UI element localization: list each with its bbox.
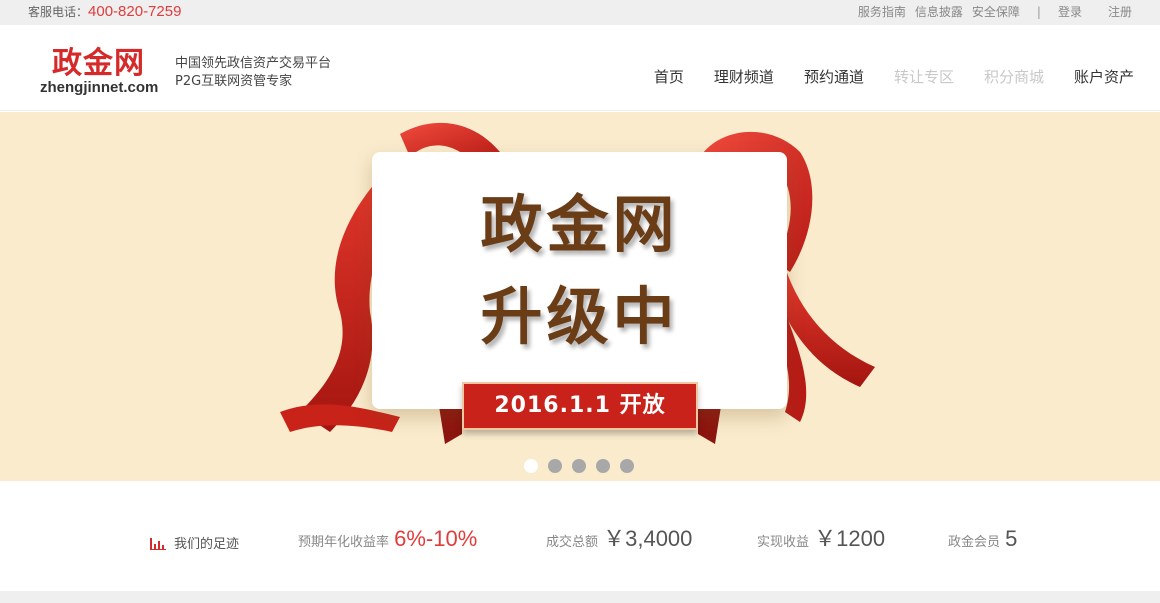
stats-bar: 我们的足迹 预期年化收益率 6%-10% 成交总额 ￥3,4000 实现收益 ￥… [0,481,1160,591]
carousel-dot-2[interactable] [548,459,562,473]
link-service-guide[interactable]: 服务指南 [858,4,906,20]
slogan-line1: 中国领先政信资产交易平台 [175,56,332,71]
stat-members: 政金会员 5 [948,525,1017,557]
site-logo[interactable]: 政金网 zhengjinnet.com [40,47,165,97]
nav-transfer[interactable]: 转让专区 [894,67,954,87]
hotline-label: 客服电话： [28,5,89,19]
hotline-number[interactable]: 400-820-7259 [88,3,181,20]
main-nav: 首页 理财频道 预约通道 转让专区 积分商城 账户资产 [654,67,1134,87]
yield-value: 6%-10% [394,526,478,551]
top-links: 服务指南 信息披露 安全保障 | 登录 注册 [858,4,1132,20]
banner-title-line1: 政金网 [480,188,679,261]
stat-yield: 预期年化收益率 6%-10% [298,525,477,557]
carousel-dot-5[interactable] [620,459,634,473]
upgrade-card: 政金网 升级中 [372,152,787,409]
footprint: 我们的足迹 [150,533,239,552]
carousel-dots [524,459,634,473]
open-date-text: 2016.1.1 开放 [494,393,666,418]
link-disclosure[interactable]: 信息披露 [915,4,963,20]
carousel-dot-1[interactable] [524,459,538,473]
slogan-line2: P2G互联网资管专家 [175,74,293,89]
banner-title-line2: 升级中 [480,280,679,353]
volume-value: ￥3,4000 [603,526,693,551]
hero-banner[interactable]: 政金网 升级中 2016.1.1 开放 [0,112,1160,481]
members-value: 5 [1005,526,1018,551]
top-bar: 客服电话：400-820-7259 服务指南 信息披露 安全保障 | 登录 注册 [0,0,1160,25]
stat-volume: 成交总额 ￥3,4000 [546,525,692,557]
register-link[interactable]: 注册 [1108,4,1132,20]
members-label: 政金会员 [948,535,1001,550]
income-label: 实现收益 [757,535,810,550]
stat-income: 实现收益 ￥1200 [757,525,885,557]
yield-label: 预期年化收益率 [298,535,390,550]
hotline: 客服电话：400-820-7259 [28,3,181,21]
carousel-dot-4[interactable] [596,459,610,473]
income-value: ￥1200 [814,526,886,551]
link-security[interactable]: 安全保障 [972,4,1020,20]
slogan: 中国领先政信资产交易平台 P2G互联网资管专家 [175,55,331,91]
logo-text-en: zhengjinnet.com [40,79,159,96]
nav-home[interactable]: 首页 [654,67,684,87]
login-link[interactable]: 登录 [1058,4,1082,20]
open-date-ribbon: 2016.1.1 开放 [462,382,698,430]
nav-points-mall[interactable]: 积分商城 [984,67,1044,87]
volume-label: 成交总额 [546,535,599,550]
footprint-label: 我们的足迹 [174,537,240,552]
bar-chart-icon [150,537,166,550]
nav-reservation[interactable]: 预约通道 [804,67,864,87]
top-links-separator: | [1036,5,1041,19]
nav-finance[interactable]: 理财频道 [714,67,774,87]
nav-account[interactable]: 账户资产 [1074,67,1134,87]
carousel-dot-3[interactable] [572,459,586,473]
site-header: 政金网 zhengjinnet.com 中国领先政信资产交易平台 P2G互联网资… [0,25,1160,111]
logo-text-cn: 政金网 [52,46,145,81]
bottom-divider [0,591,1160,603]
